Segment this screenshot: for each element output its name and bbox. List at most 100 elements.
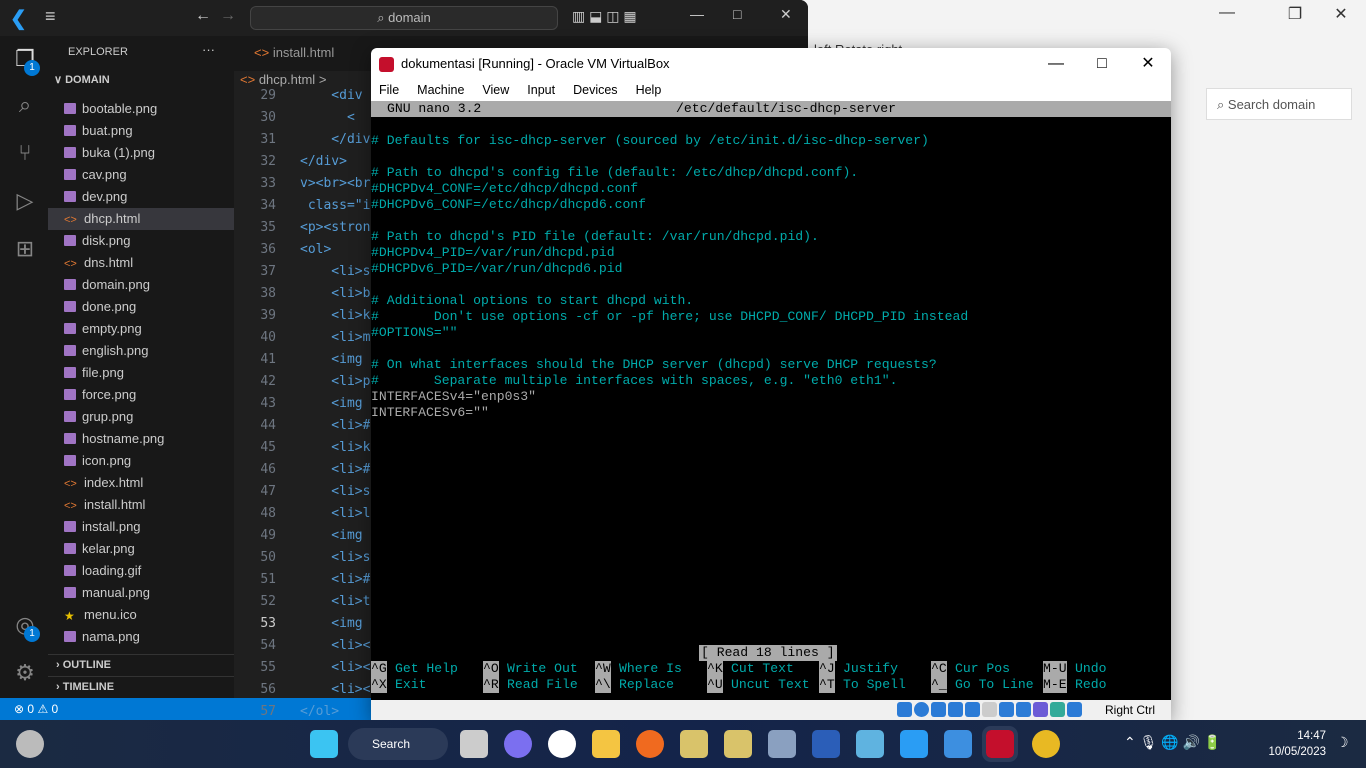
close-button[interactable]: ✕ (1125, 48, 1171, 80)
menu-input[interactable]: Input (527, 83, 555, 97)
code-line[interactable]: <li>m (300, 327, 370, 349)
code-line[interactable]: <li>< (300, 635, 370, 657)
code-line[interactable]: <li>< (300, 657, 370, 679)
menu-icon[interactable]: ≡ (45, 6, 56, 27)
file-item[interactable]: manual.png (48, 582, 234, 604)
file-item[interactable]: <> install.html (48, 494, 234, 516)
code-line[interactable]: <li>s (300, 261, 370, 283)
code-line[interactable]: <p><stron (300, 217, 370, 239)
vm-terminal-screen[interactable]: GNU nano 3.2/etc/default/isc-dhcp-server… (371, 101, 1171, 700)
forward-arrow-icon[interactable]: → (220, 7, 236, 25)
code-line[interactable]: v><br><br (300, 173, 370, 195)
shortcut-label[interactable]: Get Help (395, 661, 458, 677)
shortcut-label[interactable]: Cut Text (731, 661, 794, 677)
code-line[interactable]: <li>< (300, 679, 370, 701)
code-line[interactable]: </ol> (300, 701, 370, 720)
code-line[interactable]: class="i (300, 195, 370, 217)
file-item[interactable]: ★ menu.ico (48, 604, 234, 626)
code-line[interactable]: <img (300, 525, 370, 547)
code-line[interactable]: <img (300, 613, 370, 635)
menu-help[interactable]: Help (636, 83, 662, 97)
code-line[interactable]: <li># (300, 415, 370, 437)
shortcut-label[interactable]: Uncut Text (731, 677, 810, 693)
file-item[interactable]: empty.png (48, 318, 234, 340)
code-line[interactable]: </div (300, 129, 370, 151)
file-item[interactable]: buka (1).png (48, 142, 234, 164)
file-explorer-icon[interactable] (592, 730, 620, 758)
file-item[interactable]: english.png (48, 340, 234, 362)
code-line[interactable]: <div h (300, 85, 370, 107)
file-item[interactable]: file.png (48, 362, 234, 384)
code-line[interactable]: <ol> (300, 239, 370, 261)
file-item[interactable]: icon.png (48, 450, 234, 472)
file-item[interactable]: install.png (48, 516, 234, 538)
code-line[interactable]: <li>k (300, 437, 370, 459)
code-line[interactable]: <li>s (300, 481, 370, 503)
code-line[interactable]: <li>l (300, 503, 370, 525)
shortcut-label[interactable]: Where Is (619, 661, 682, 677)
python-file-icon[interactable] (680, 730, 708, 758)
device-status-icons[interactable] (897, 702, 1084, 717)
tab-install-html[interactable]: <> install.html (254, 45, 334, 60)
restore-button[interactable]: ❐ (1272, 4, 1318, 24)
code-line[interactable]: <li>k (300, 305, 370, 327)
code-line[interactable]: <li>s (300, 547, 370, 569)
weather-icon[interactable] (16, 730, 44, 758)
code-line[interactable]: < (300, 107, 370, 129)
outline-section[interactable]: › OUTLINE (48, 654, 234, 675)
code-line[interactable]: <li>t (300, 591, 370, 613)
extensions-icon[interactable]: ⊞ (12, 236, 38, 262)
vscode-icon[interactable] (900, 730, 928, 758)
minimize-button[interactable]: — (690, 6, 704, 22)
file-item[interactable]: <> dhcp.html (48, 208, 234, 230)
notepad-icon[interactable] (856, 730, 884, 758)
virtualbox-icon[interactable] (768, 730, 796, 758)
shortcut-label[interactable]: Exit (395, 677, 426, 693)
search-domain-input[interactable]: ⌕ Search domain (1206, 88, 1352, 120)
shortcut-label[interactable]: Redo (1075, 677, 1106, 693)
more-actions-icon[interactable]: ··· (202, 42, 215, 57)
code-line[interactable]: <img (300, 349, 370, 371)
code-line[interactable]: <li>p (300, 371, 370, 393)
file-item[interactable]: <> index.html (48, 472, 234, 494)
menu-view[interactable]: View (482, 83, 509, 97)
shortcut-label[interactable]: Read File (507, 677, 578, 693)
word-icon[interactable] (812, 730, 840, 758)
minimize-button[interactable]: — (1033, 48, 1079, 80)
maximize-button[interactable]: □ (1079, 48, 1125, 80)
maximize-button[interactable]: □ (733, 6, 741, 22)
file-item[interactable]: kelar.png (48, 538, 234, 560)
file-item[interactable]: <> dns.html (48, 252, 234, 274)
file-item[interactable]: loading.gif (48, 560, 234, 582)
timeline-section[interactable]: › TIMELINE (48, 676, 234, 697)
source-control-icon[interactable]: ⑂ (12, 140, 38, 166)
code-line[interactable]: <img (300, 393, 370, 415)
file-item[interactable]: force.png (48, 384, 234, 406)
shortcut-label[interactable]: Cur Pos (955, 661, 1010, 677)
menu-machine[interactable]: Machine (417, 83, 464, 97)
notifications-icon[interactable]: ☽ (1336, 734, 1349, 751)
file-item[interactable]: hostname.png (48, 428, 234, 450)
windows-start-icon[interactable] (310, 730, 338, 758)
menu-devices[interactable]: Devices (573, 83, 617, 97)
command-center-search[interactable]: ⌕ domain (250, 6, 558, 30)
shortcut-label[interactable]: Undo (1075, 661, 1106, 677)
run-debug-icon[interactable]: ▷ (12, 188, 38, 214)
file-item[interactable]: buat.png (48, 120, 234, 142)
file-item[interactable]: nama.png (48, 626, 234, 648)
shortcut-label[interactable]: Write Out (507, 661, 578, 677)
code-line[interactable]: </div> (300, 151, 370, 173)
warning-icon[interactable]: ⚠ (37, 702, 48, 716)
back-arrow-icon[interactable]: ← (195, 7, 211, 25)
task-view-icon[interactable] (460, 730, 488, 758)
code-line[interactable]: <li>b (300, 283, 370, 305)
shortcut-label[interactable]: To Spell (843, 677, 906, 693)
file-item[interactable]: domain.png (48, 274, 234, 296)
gear-icon[interactable]: ⚙ (12, 660, 38, 686)
shortcut-label[interactable]: Go To Line (955, 677, 1034, 693)
file-item[interactable]: disk.png (48, 230, 234, 252)
shortcut-label[interactable]: Replace (619, 677, 674, 693)
code-line[interactable]: <li># (300, 569, 370, 591)
code-line[interactable]: <li># (300, 459, 370, 481)
firefox-icon[interactable] (636, 730, 664, 758)
